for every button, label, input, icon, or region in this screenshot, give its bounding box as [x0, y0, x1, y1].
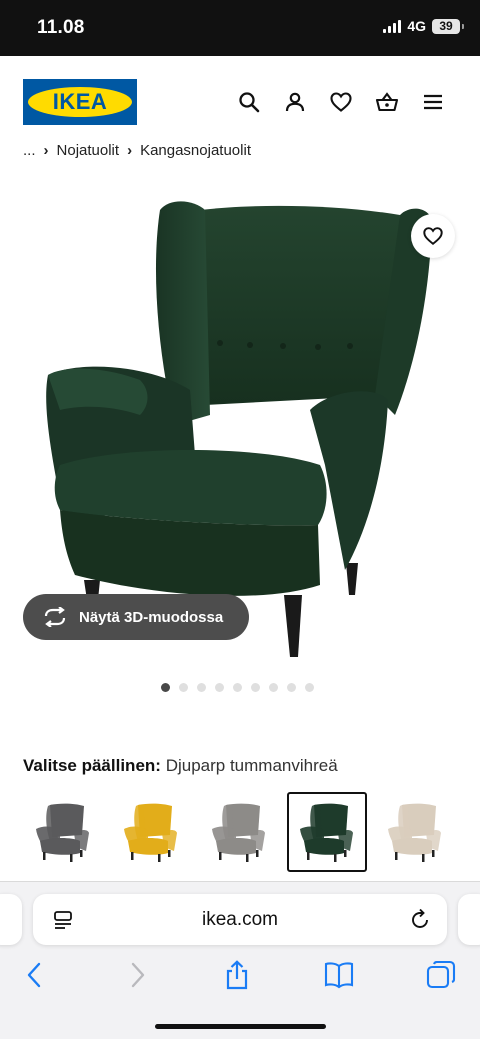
previous-tab[interactable] — [0, 894, 22, 945]
status-indicators: 4G 39 — [383, 18, 464, 34]
battery-level: 39 — [439, 18, 453, 33]
back-icon[interactable] — [20, 960, 50, 990]
variant-swatch[interactable] — [23, 792, 103, 872]
breadcrumb: ... › Nojatuolit › Kangasnojatuolit — [23, 136, 251, 158]
pagination-dot[interactable] — [305, 683, 314, 692]
tabs-icon[interactable] — [426, 960, 456, 990]
browser-toolbar — [0, 960, 480, 996]
variant-swatches — [23, 792, 455, 872]
logo-text: IKEA — [52, 89, 108, 114]
pagination-dot[interactable] — [215, 683, 224, 692]
breadcrumb-separator: › — [127, 142, 133, 158]
menu-icon[interactable] — [421, 90, 445, 114]
armchair-thumbnail-icon — [212, 803, 265, 862]
variant-swatch[interactable] — [375, 792, 455, 872]
home-indicator — [155, 1024, 326, 1029]
pagination-dot[interactable] — [251, 683, 260, 692]
armchair-thumbnail-icon — [36, 803, 89, 862]
breadcrumb-separator: › — [43, 142, 49, 158]
product-image — [46, 201, 432, 657]
network-type: 4G — [407, 18, 426, 34]
share-icon[interactable] — [222, 960, 252, 990]
status-bar: 11.08 4G 39 — [0, 0, 480, 56]
product-gallery[interactable]: Näytä 3D-muodossa — [0, 165, 480, 715]
breadcrumb-item-nojatuolit[interactable]: Nojatuolit — [57, 142, 120, 158]
breadcrumb-ellipsis[interactable]: ... — [23, 142, 36, 158]
view-3d-label: Näytä 3D-muodossa — [79, 608, 224, 626]
armchair-thumbnail-icon — [124, 803, 177, 862]
ikea-logo[interactable]: IKEA — [23, 79, 137, 125]
status-time: 11.08 — [37, 17, 85, 38]
pagination-dot[interactable] — [161, 683, 170, 692]
header-actions — [237, 90, 445, 114]
armchair-thumbnail-icon — [388, 803, 441, 862]
address-bar[interactable]: ikea.com — [33, 894, 447, 945]
pagination-dot[interactable] — [197, 683, 206, 692]
url-text: ikea.com — [201, 909, 279, 930]
search-icon[interactable] — [237, 90, 261, 114]
site-header: IKEA — [0, 56, 480, 148]
view-3d-button[interactable]: Näytä 3D-muodossa — [23, 594, 249, 640]
variant-swatch[interactable] — [111, 792, 191, 872]
favourite-button[interactable] — [411, 214, 455, 258]
battery-icon: 39 — [432, 18, 464, 34]
pagination-dot[interactable] — [287, 683, 296, 692]
signal-icon — [383, 19, 402, 33]
reload-icon[interactable] — [409, 908, 431, 930]
heart-icon — [423, 227, 443, 246]
basket-icon[interactable] — [375, 90, 399, 114]
heart-icon[interactable] — [329, 90, 353, 114]
armchair-thumbnail-icon — [300, 803, 353, 862]
breadcrumb-item-kangasnojatuolit[interactable]: Kangasnojatuolit — [140, 142, 251, 158]
variant-swatch[interactable] — [199, 792, 279, 872]
variant-selected-value: Djuparp tummanvihreä — [165, 756, 338, 775]
rotate-icon — [44, 607, 66, 627]
pagination-dot[interactable] — [179, 683, 188, 692]
next-tab[interactable] — [458, 894, 480, 945]
bookmarks-icon[interactable] — [324, 960, 354, 990]
variant-label: Valitse päällinen: — [23, 756, 161, 775]
pagination-dot[interactable] — [233, 683, 242, 692]
user-icon[interactable] — [283, 90, 307, 114]
pagination-dot[interactable] — [269, 683, 278, 692]
image-pagination — [161, 683, 314, 692]
variant-selection: Valitse päällinen: Djuparp tummanvihreä — [23, 756, 338, 776]
variant-swatch[interactable] — [287, 792, 367, 872]
forward-icon[interactable] — [122, 960, 152, 990]
logo-oval: IKEA — [28, 87, 132, 117]
browser-bottom-bar: ikea.com — [0, 881, 480, 1039]
